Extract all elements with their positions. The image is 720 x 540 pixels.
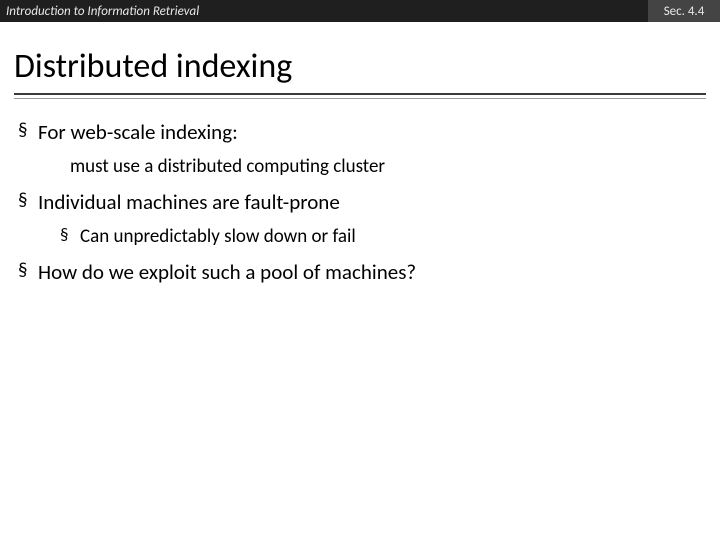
title-block: Distributed indexing (0, 22, 720, 99)
section-label: Sec. 4.4 (648, 0, 720, 22)
bullet-lvl1: Individual machines are fault-prone (14, 187, 706, 217)
bullet-lvl1: For web-scale indexing: (14, 117, 706, 147)
bullet-lvl2: must use a distributed computing cluster (14, 153, 706, 181)
course-title: Introduction to Information Retrieval (0, 0, 648, 22)
bullet-lvl2: Can unpredictably slow down or fail (14, 223, 706, 251)
slide-body: For web-scale indexing: must use a distr… (0, 99, 720, 287)
bullet-lvl1: How do we exploit such a pool of machine… (14, 257, 706, 287)
slide-header: Introduction to Information Retrieval Se… (0, 0, 720, 22)
slide-title: Distributed indexing (14, 46, 706, 89)
